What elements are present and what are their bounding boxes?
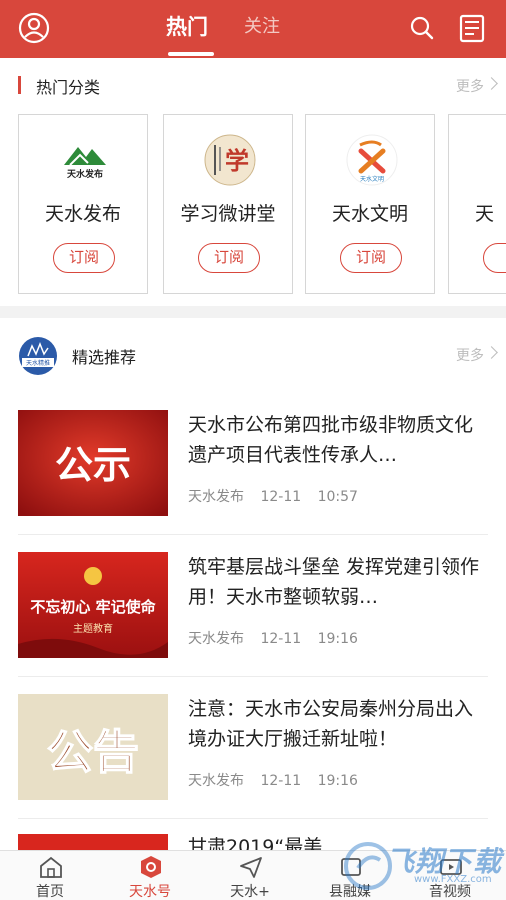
nav-tianshui-plus[interactable]: 天水+ [200,851,300,900]
top-header: 热门 关注 [0,0,506,58]
svg-text:不忘初心 牢记使命: 不忘初心 牢记使命 [30,598,156,616]
news-date: 12-11 [260,631,302,647]
news-meta: 天水发布 12-11 10:57 [188,486,370,506]
nav-home[interactable]: 首页 [0,851,100,900]
news-thumbnail: 不忘初心 牢记使命 主题教育 [18,552,168,658]
news-source: 天水发布 [188,489,244,505]
news-time: 10:57 [317,489,358,505]
category-name: 天水文明 [331,203,408,225]
news-thumbnail [18,834,168,850]
chevron-right-icon [485,77,498,90]
svg-text:学: 学 [225,147,249,175]
news-meta: 天水发布 12-11 19:16 [188,770,370,790]
svg-text:公告: 公告 [47,725,139,779]
nav-label: 天水号 [129,884,171,900]
subscribe-button[interactable]: 订阅 [340,243,402,273]
user-icon[interactable] [16,10,52,46]
app: 热门 关注 热门分类 更多 天水发布 天水发布 订阅 学 学习微讲堂 订阅 天水… [0,0,506,900]
more-link[interactable]: 更多 [456,76,484,96]
news-thumbnail: 公告 [18,694,168,800]
subscribe-button[interactable]: 订 [483,243,506,273]
list-divider [18,676,488,677]
section-title: 热门分类 [36,78,101,97]
category-name: 天 [475,203,495,225]
category-name: 天水发布 [44,203,121,225]
tab-follow[interactable]: 关注 [244,12,280,42]
category-name: 学习微讲堂 [180,203,276,225]
home-icon [40,856,62,878]
svg-text:天水文明: 天水文明 [360,175,384,183]
news-thumbnail: 公示 [18,410,168,516]
news-title: 筑牢基层战斗堡垒 发挥党建引领作用！天水市整顿软弱… [188,556,480,608]
tianshui-wenming-logo: 天水文明 [346,134,398,186]
chevron-right-icon [485,346,498,359]
list-divider [18,818,488,819]
news-time: 19:16 [317,631,358,647]
svg-text:公示: 公示 [55,443,131,487]
active-tab-indicator [168,52,214,56]
nav-tianshui-hao[interactable]: 天水号 [100,851,200,900]
news-source: 天水发布 [188,773,244,789]
watermark-url: www.FXXZ.com [414,874,492,885]
tianshui-hao-icon [141,856,161,878]
more-link[interactable]: 更多 [456,345,484,365]
news-item[interactable]: 公告 注意：天水市公安局秦州分局出入境办证大厅搬迁新址啦！ 天水发布 12-11… [0,694,506,836]
news-date: 12-11 [260,773,302,789]
tianshui-fabu-logo: 天水发布 [62,147,108,180]
news-item[interactable]: 公示 天水市公布第四批市级非物质文化遗产项目代表性传承人… 天水发布 12-11… [0,410,506,552]
nav-label: 首页 [36,884,64,900]
tianshui-jingtui-logo: 天水精推 [19,337,57,375]
section-divider [0,306,506,318]
category-card[interactable]: 学 学习微讲堂 订阅 [163,114,293,294]
svg-text:主题教育: 主题教育 [73,622,113,635]
section-title: 精选推荐 [72,348,137,367]
category-card[interactable]: 天水文明 天水文明 订阅 [305,114,435,294]
tab-hot[interactable]: 热门 [166,12,208,42]
list-divider [18,534,488,535]
news-icon[interactable] [454,10,490,46]
news-meta: 天水发布 12-11 19:16 [188,628,370,648]
section-marker [18,76,21,94]
news-date: 12-11 [260,489,302,505]
news-item[interactable]: 不忘初心 牢记使命 主题教育 筑牢基层战斗堡垒 发挥党建引领作用！天水市整顿软弱… [0,552,506,694]
hot-categories-header: 热门分类 更多 [0,66,506,106]
news-source: 天水发布 [188,631,244,647]
category-card[interactable]: 天水发布 天水发布 订阅 [18,114,148,294]
category-card[interactable]: 天 订 [448,114,506,294]
news-time: 19:16 [317,773,358,789]
svg-text:天水精推: 天水精推 [26,359,50,367]
news-title: 天水市公布第四批市级非物质文化遗产项目代表性传承人… [188,414,474,466]
send-icon [240,857,262,878]
study-lecture-logo: 学 [204,134,256,186]
category-carousel[interactable]: 天水发布 天水发布 订阅 学 学习微讲堂 订阅 天水文明 天水文明 订阅 天 [18,114,506,296]
search-icon[interactable] [404,10,440,46]
nav-label: 天水+ [230,884,270,900]
subscribe-button[interactable]: 订阅 [198,243,260,273]
svg-text:天水发布: 天水发布 [67,168,103,180]
subscribe-button[interactable]: 订阅 [53,243,115,273]
news-title: 注意：天水市公安局秦州分局出入境办证大厅搬迁新址啦！ [188,698,474,750]
